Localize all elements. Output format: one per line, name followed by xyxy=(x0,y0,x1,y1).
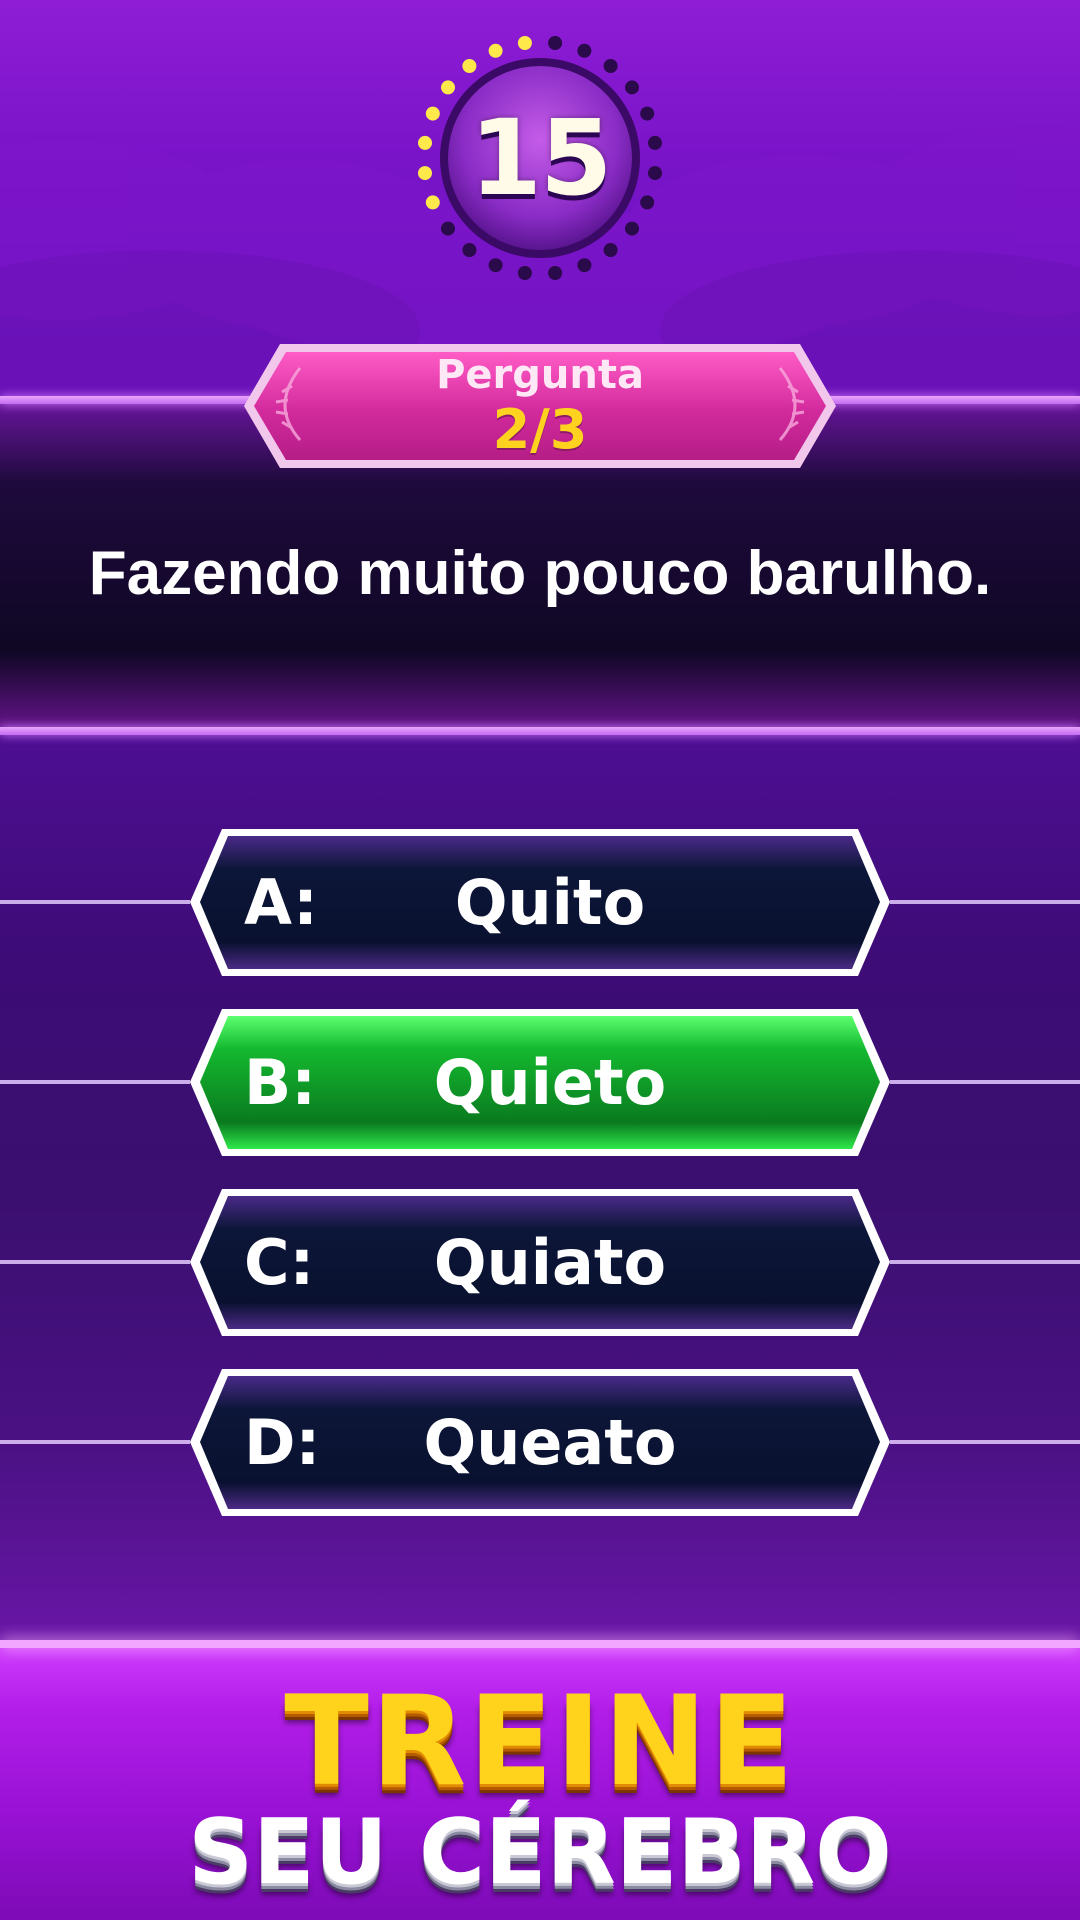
answer-letter: A: xyxy=(244,866,318,939)
timer-value: 15 xyxy=(469,97,613,219)
answer-text: Queato xyxy=(423,1406,677,1479)
answer-letter: C: xyxy=(244,1226,315,1299)
answer-letter: B: xyxy=(244,1046,317,1119)
answer-letter: D: xyxy=(244,1406,321,1479)
answer-option-a[interactable]: A: Quito xyxy=(0,825,1080,980)
question-counter: 2/3 xyxy=(492,398,588,461)
answer-text: Quiato xyxy=(433,1226,667,1299)
answer-option-c[interactable]: C: Quiato xyxy=(0,1185,1080,1340)
promo-banner: TREINE SEU CÉREBRO xyxy=(0,1640,1080,1920)
promo-subtitle: SEU CÉREBRO xyxy=(188,1800,892,1905)
promo-glow-line xyxy=(0,1640,1080,1648)
promo-title: TREINE xyxy=(284,1670,796,1814)
question-text: Fazendo muito pouco barulho. xyxy=(88,539,992,608)
countdown-timer: 15 xyxy=(410,28,670,288)
answer-option-b[interactable]: B: Quieto xyxy=(0,1005,1080,1160)
question-label: Pergunta xyxy=(436,352,644,398)
band-divider-bottom xyxy=(0,727,1080,735)
answer-text: Quito xyxy=(454,866,646,939)
answer-option-d[interactable]: D: Queato xyxy=(0,1365,1080,1520)
answer-text: Quieto xyxy=(433,1046,667,1119)
